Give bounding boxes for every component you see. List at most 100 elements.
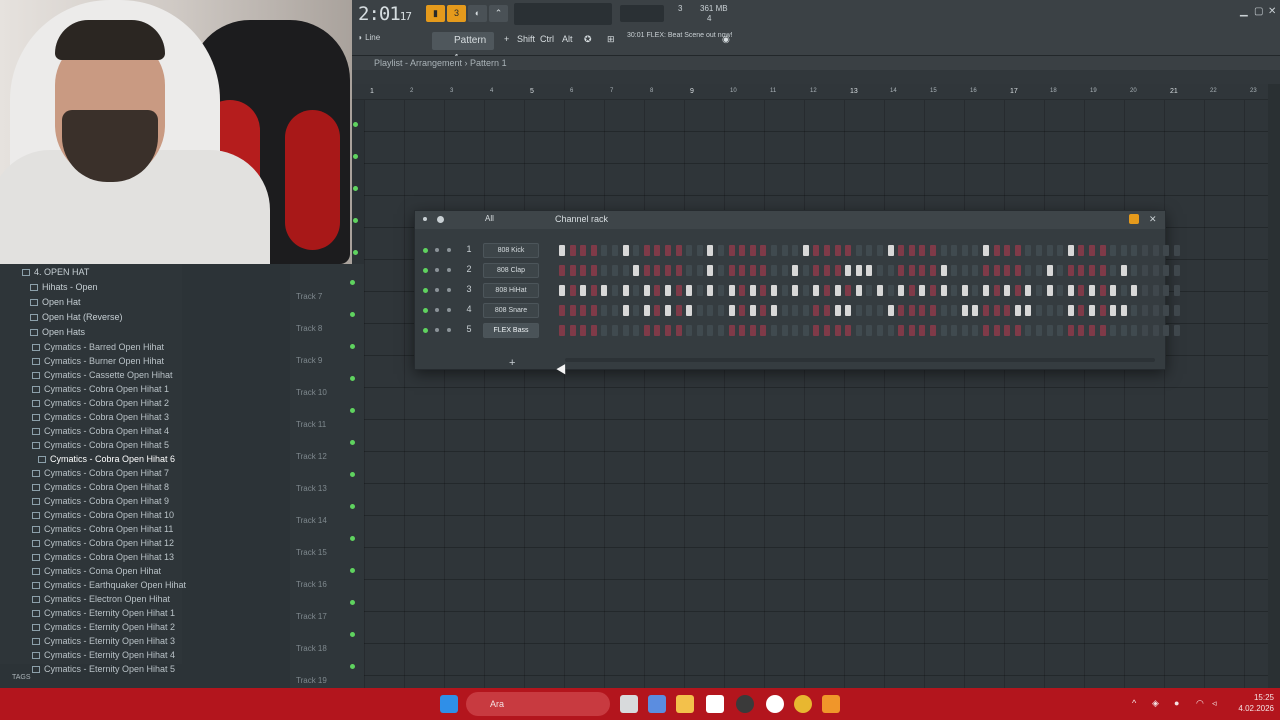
volume-knob-icon[interactable] [447,288,451,292]
step-button[interactable] [771,285,777,296]
browser-file[interactable]: Cymatics - Cobra Open Hihat 3 [0,410,182,424]
step-button[interactable] [654,325,661,336]
step-button[interactable] [590,305,597,316]
step-button[interactable] [813,265,820,276]
pan-knob-icon[interactable] [435,248,439,252]
taskbar-search[interactable]: Ara [466,692,610,716]
step-button[interactable] [622,245,629,256]
step-button[interactable] [1120,265,1127,276]
step-button[interactable] [1152,265,1159,276]
step-button[interactable] [601,285,608,296]
step-button[interactable] [1120,325,1127,336]
browser-file[interactable]: Cymatics - Cobra Open Hihat 11 [0,522,182,536]
step-button[interactable] [940,285,947,296]
step-button[interactable] [739,265,746,276]
step-button[interactable] [739,305,746,316]
pan-knob-icon[interactable] [435,308,439,312]
browser-file[interactable]: Cymatics - Coma Open Hihat [0,564,182,578]
step-button[interactable] [908,265,915,276]
channel-name-button[interactable]: 808 Clap [483,263,539,278]
step-button[interactable] [1046,285,1053,296]
browser-file[interactable]: Cymatics - Eternity Open Hihat 3 [0,634,182,648]
step-button[interactable] [972,305,979,316]
step-button[interactable] [1163,325,1170,336]
step-button[interactable] [1173,285,1180,296]
step-button[interactable] [696,245,703,256]
rack-menu-icon[interactable] [423,217,427,221]
step-button[interactable] [1046,245,1053,256]
step-button[interactable] [771,265,777,276]
step-button[interactable] [686,325,693,336]
start-icon[interactable] [440,695,458,713]
step-button[interactable] [728,245,735,256]
channel-name-button[interactable]: 808 HiHat [483,283,539,298]
step-button[interactable] [1142,325,1148,336]
channel-mute-led[interactable] [423,328,428,333]
step-sequencer-icon[interactable] [1129,214,1139,224]
step-button[interactable] [781,285,788,296]
step-button[interactable] [993,325,1000,336]
step-button[interactable] [728,285,735,296]
shift-key[interactable]: Shift [517,34,535,44]
step-button[interactable] [855,305,862,316]
step-button[interactable] [983,285,989,296]
track-label[interactable]: Track 9 [296,356,322,365]
step-button[interactable] [601,265,608,276]
step-button[interactable] [908,245,915,256]
step-button[interactable] [919,265,926,276]
taskbar-clock[interactable]: 15:25 4.02.2026 [1230,692,1274,714]
countdown-button[interactable]: ⌃ [489,5,508,22]
step-button[interactable] [675,305,682,316]
step-button[interactable] [1067,265,1074,276]
step-button[interactable] [1089,265,1095,276]
step-button[interactable] [1163,245,1170,256]
step-button[interactable] [1131,285,1138,296]
step-button[interactable] [749,305,756,316]
channel-row[interactable]: 4 808 Snare [415,301,1180,321]
snap-selector[interactable]: ◗ Line [358,33,380,42]
step-button[interactable] [951,325,958,336]
browser-file[interactable]: Cymatics - Cobra Open Hihat 8 [0,480,182,494]
step-button[interactable] [696,325,703,336]
step-button[interactable] [771,245,777,256]
track-label[interactable]: Track 8 [296,324,322,333]
step-button[interactable] [845,265,852,276]
step-button[interactable] [1142,245,1148,256]
fl-studio-icon[interactable] [822,695,840,713]
step-button[interactable] [1046,325,1053,336]
step-button[interactable] [1110,325,1117,336]
step-button[interactable] [961,325,968,336]
volume-knob-icon[interactable] [447,268,451,272]
channel-row[interactable]: 2 808 Clap [415,261,1180,281]
step-button[interactable] [760,325,767,336]
step-button[interactable] [845,325,852,336]
step-button[interactable] [1025,325,1032,336]
step-button[interactable] [1089,325,1095,336]
task-view-icon[interactable] [620,695,638,713]
step-button[interactable] [590,265,597,276]
volume-knob-icon[interactable] [447,308,451,312]
step-button[interactable] [1036,285,1042,296]
step-button[interactable] [1078,325,1085,336]
step-button[interactable] [707,285,714,296]
channel-row[interactable]: 3 808 HiHat [415,281,1180,301]
track-label[interactable]: Track 16 [296,580,327,589]
step-button[interactable] [824,245,830,256]
song-position[interactable]: 2:0117 [358,3,412,25]
step-button[interactable] [877,245,883,256]
step-button[interactable] [813,245,820,256]
step-button[interactable] [961,265,968,276]
step-button[interactable] [749,325,756,336]
step-button[interactable] [590,325,597,336]
browser-file[interactable]: Cymatics - Burner Open Hihat [0,354,182,368]
step-button[interactable] [1089,285,1095,296]
step-button[interactable] [866,265,873,276]
step-button[interactable] [1099,305,1106,316]
step-button[interactable] [728,305,735,316]
step-button[interactable] [802,265,809,276]
step-button[interactable] [1057,285,1064,296]
browser-file[interactable]: Cymatics - Cassette Open Hihat [0,368,182,382]
step-button[interactable] [1046,305,1053,316]
browser-file[interactable]: Cymatics - Eternity Open Hihat 2 [0,620,182,634]
step-button[interactable] [675,245,682,256]
